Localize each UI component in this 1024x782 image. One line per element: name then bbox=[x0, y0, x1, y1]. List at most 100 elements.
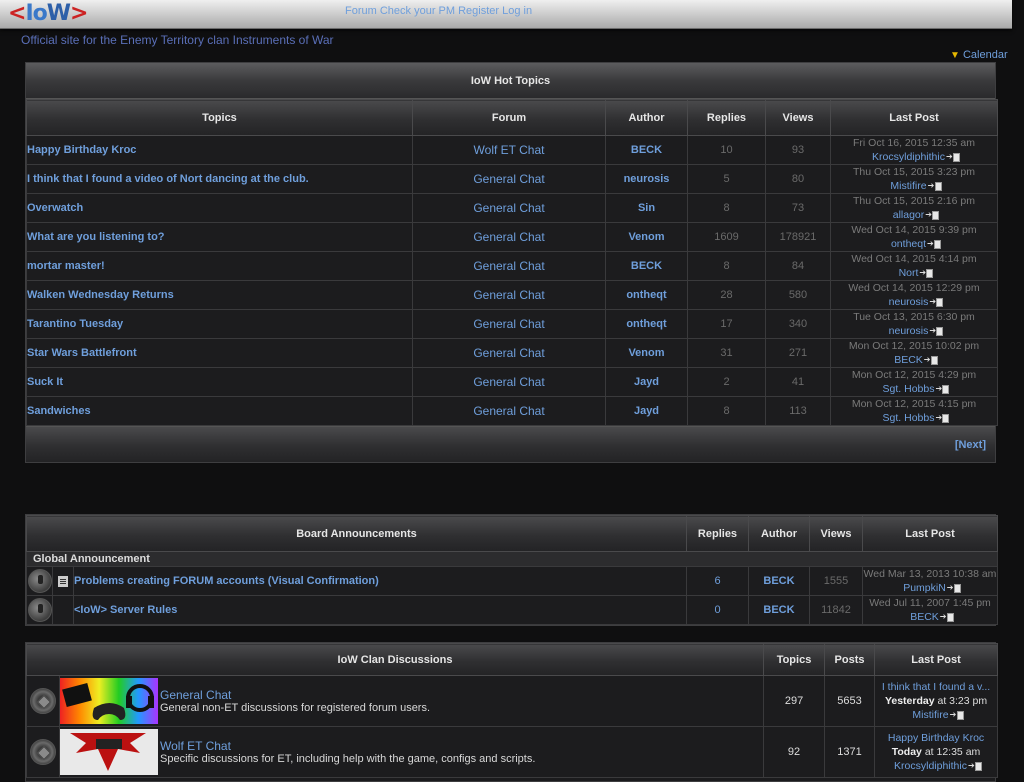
last-post-user[interactable]: Nort bbox=[899, 267, 919, 279]
last-post-date: Wed Oct 14, 2015 4:14 pm bbox=[851, 253, 977, 265]
last-post-topic-link[interactable]: I think that I found a v... bbox=[875, 680, 997, 694]
last-post-cell: Thu Oct 15, 2015 2:16 pm allagor bbox=[830, 193, 998, 223]
view-latest-post-icon[interactable] bbox=[925, 208, 940, 222]
forum-cell: General Chat bbox=[412, 396, 606, 426]
last-post-user[interactable]: neurosis bbox=[889, 296, 929, 308]
last-post-user[interactable]: Mistifire bbox=[912, 709, 948, 721]
author-link[interactable]: ontheqt bbox=[626, 289, 666, 301]
col-replies: Replies bbox=[687, 99, 766, 136]
topic-link[interactable]: Happy Birthday Kroc bbox=[27, 144, 136, 156]
view-latest-post-icon[interactable] bbox=[928, 179, 942, 193]
view-latest-post-icon[interactable] bbox=[935, 411, 950, 425]
view-latest-post-icon[interactable] bbox=[946, 150, 960, 164]
last-post-user-line: ontheqt bbox=[831, 237, 997, 251]
topic-link[interactable]: mortar master! bbox=[27, 260, 105, 272]
author-link[interactable]: Jayd bbox=[634, 405, 659, 417]
announcement-last-post: Wed Jul 11, 2007 1:45 pm BECK bbox=[862, 595, 998, 625]
author-link[interactable]: Sin bbox=[638, 202, 655, 214]
col-clan-last-post: Last Post bbox=[874, 643, 999, 676]
general-chat-banner-image[interactable] bbox=[60, 678, 158, 724]
last-post-user[interactable]: neurosis bbox=[889, 325, 929, 337]
last-post-cell: Wed Oct 14, 2015 4:14 pm Nort bbox=[830, 251, 998, 281]
topic-link[interactable]: I think that I found a video of Nort dan… bbox=[27, 173, 309, 185]
author-link[interactable]: BECK bbox=[631, 144, 662, 156]
replies-link[interactable]: 0 bbox=[714, 604, 720, 616]
forum-link[interactable]: General Chat bbox=[473, 375, 544, 389]
forum-name-link[interactable]: General Chat bbox=[160, 688, 231, 702]
last-post-user[interactable]: allagor bbox=[893, 209, 925, 221]
announcement-link[interactable]: Problems creating FORUM accounts (Visual… bbox=[74, 575, 379, 587]
announcement-author[interactable]: BECK bbox=[763, 604, 794, 616]
last-post-user[interactable]: PumpkiN bbox=[903, 582, 946, 594]
last-post-user-line: Mistifire bbox=[831, 179, 997, 193]
nav-register[interactable]: Register bbox=[458, 5, 499, 17]
announcement-author[interactable]: BECK bbox=[763, 575, 794, 587]
replies-count: 10 bbox=[687, 135, 766, 165]
topic-link[interactable]: Walken Wednesday Returns bbox=[27, 289, 174, 301]
last-post-user[interactable]: Krocsyldiphithic bbox=[872, 151, 945, 163]
nav-check-pm[interactable]: Check your PM bbox=[380, 5, 455, 17]
forum-link[interactable]: General Chat bbox=[473, 259, 544, 273]
author-link[interactable]: Venom bbox=[628, 347, 664, 359]
site-tagline[interactable]: Official site for the Enemy Territory cl… bbox=[21, 33, 334, 47]
announcement-link[interactable]: <IoW> Server Rules bbox=[74, 604, 177, 616]
forum-link[interactable]: General Chat bbox=[473, 288, 544, 302]
topic-link[interactable]: Tarantino Tuesday bbox=[27, 318, 123, 330]
last-post-user[interactable]: Krocsyldiphithic bbox=[894, 760, 967, 772]
wolf-et-banner-image[interactable] bbox=[60, 729, 158, 775]
announcement-replies: 6 bbox=[686, 566, 749, 596]
last-post-user[interactable]: Mistifire bbox=[890, 180, 926, 192]
nav-login[interactable]: Log in bbox=[502, 5, 532, 17]
author-link[interactable]: BECK bbox=[631, 260, 662, 272]
view-latest-post-icon[interactable] bbox=[968, 759, 982, 773]
status-cell bbox=[26, 595, 53, 625]
view-latest-post-icon[interactable] bbox=[950, 708, 964, 722]
forum-link[interactable]: General Chat bbox=[473, 404, 544, 418]
forum-link[interactable]: General Chat bbox=[473, 172, 544, 186]
last-post-cell: Fri Oct 16, 2015 12:35 am Krocsyldiphithi… bbox=[830, 135, 998, 165]
forum-link[interactable]: General Chat bbox=[473, 201, 544, 215]
forum-name-link[interactable]: Wolf ET Chat bbox=[160, 739, 231, 753]
col-topics: Topics bbox=[26, 99, 413, 136]
replies-link[interactable]: 6 bbox=[714, 575, 720, 587]
topic-link[interactable]: Sandwiches bbox=[27, 405, 91, 417]
view-latest-post-icon[interactable] bbox=[940, 610, 954, 624]
forum-link[interactable]: General Chat bbox=[473, 230, 544, 244]
view-latest-post-icon[interactable] bbox=[924, 353, 938, 367]
forum-link[interactable]: General Chat bbox=[473, 346, 544, 360]
topic-link[interactable]: Suck It bbox=[27, 376, 63, 388]
view-latest-post-icon[interactable] bbox=[947, 581, 961, 595]
view-latest-post-icon[interactable] bbox=[919, 266, 934, 280]
view-latest-post-icon[interactable] bbox=[929, 295, 944, 309]
nav-forum[interactable]: Forum bbox=[345, 5, 377, 17]
forum-link[interactable]: Wolf ET Chat bbox=[474, 143, 545, 157]
forum-cell: General Chat bbox=[412, 309, 606, 339]
last-post-user[interactable]: BECK bbox=[894, 354, 923, 366]
hot-topic-row: Star Wars Battlefront General Chat Venom 31… bbox=[26, 338, 998, 368]
site-logo[interactable]: <IoW> bbox=[8, 1, 88, 27]
views-count: 80 bbox=[765, 164, 831, 194]
replies-count: 28 bbox=[687, 280, 766, 310]
last-post-user[interactable]: ontheqt bbox=[891, 238, 926, 250]
forum-cell: General Chat bbox=[412, 367, 606, 397]
last-post-user[interactable]: Sgt. Hobbs bbox=[883, 383, 935, 395]
topic-link[interactable]: Overwatch bbox=[27, 202, 83, 214]
view-latest-post-icon[interactable] bbox=[929, 324, 944, 338]
last-post-topic-link[interactable]: Happy Birthday Kroc bbox=[875, 731, 997, 745]
author-link[interactable]: Jayd bbox=[634, 376, 659, 388]
last-post-user[interactable]: Sgt. Hobbs bbox=[883, 412, 935, 424]
forum-link[interactable]: General Chat bbox=[473, 317, 544, 331]
view-latest-post-icon[interactable] bbox=[935, 382, 950, 396]
calendar-link[interactable]: ▼ Calendar bbox=[950, 49, 1008, 61]
topic-link[interactable]: What are you listening to? bbox=[27, 231, 165, 243]
author-cell: Venom bbox=[605, 338, 688, 368]
view-latest-post-icon[interactable] bbox=[927, 237, 942, 251]
last-post-user[interactable]: BECK bbox=[910, 611, 939, 623]
author-link[interactable]: ontheqt bbox=[626, 318, 666, 330]
author-link[interactable]: Venom bbox=[628, 231, 664, 243]
topic-link[interactable]: Star Wars Battlefront bbox=[27, 347, 137, 359]
author-link[interactable]: neurosis bbox=[624, 173, 670, 185]
next-page-link[interactable]: [Next] bbox=[955, 439, 986, 451]
views-count: 271 bbox=[765, 338, 831, 368]
announcement-replies: 0 bbox=[686, 595, 749, 625]
